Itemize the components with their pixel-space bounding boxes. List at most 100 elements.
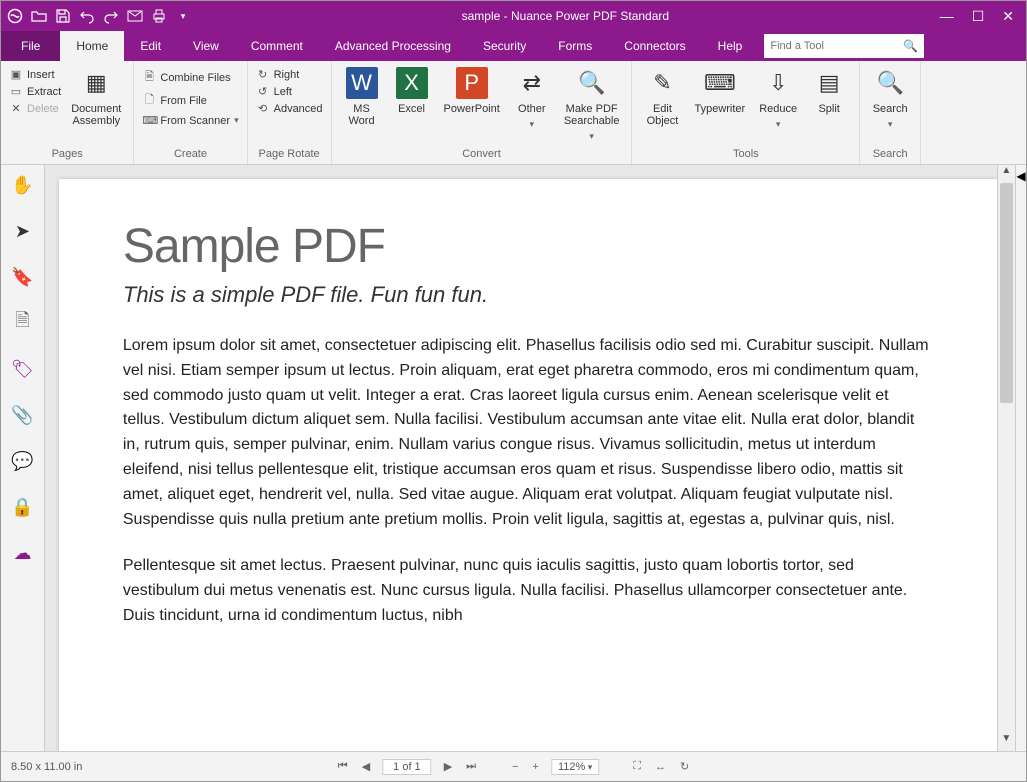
rotate-advanced-button[interactable]: ⟲Advanced — [254, 101, 325, 116]
word-icon: W — [346, 67, 378, 99]
insert-icon: ▣ — [9, 68, 23, 81]
side-toolbar: ✋ ➤ 🔖 🗎 🏷 📎 💬 🔒 ☁ — [1, 165, 45, 751]
split-button[interactable]: ▤Split — [805, 65, 853, 117]
scroll-thumb[interactable] — [1000, 183, 1013, 403]
reduce-button[interactable]: ⇩Reduce — [753, 65, 803, 132]
zoom-in-icon[interactable]: + — [531, 761, 541, 773]
tab-edit[interactable]: Edit — [124, 31, 177, 61]
insert-page-button[interactable]: ▣ Insert — [7, 67, 63, 82]
qat-customize-icon[interactable]: ▾ — [175, 8, 191, 24]
menu-file[interactable]: File — [1, 31, 60, 61]
pages-panel-icon[interactable]: 🗎 — [8, 309, 36, 337]
statusbar: 8.50 x 11.00 in ⏮ ◀ 1 of 1 ▶ ⏭ − + 112% … — [1, 751, 1026, 781]
canvas-scroll[interactable]: Sample PDF This is a simple PDF file. Fu… — [45, 165, 997, 751]
ribbon-group-create: 🗎Combine Files 🗋From File ⌨From Scanner … — [134, 61, 247, 164]
doc-subtitle: This is a simple PDF file. Fun fun fun. — [123, 282, 933, 308]
next-page-icon[interactable]: ▶ — [442, 760, 454, 773]
extract-icon: ▭ — [9, 85, 23, 98]
ribbon-group-pages: ▣ Insert ▭Extract ✕Delete ▦ Document Asse… — [1, 61, 134, 164]
rotate-left-label: Left — [274, 86, 292, 98]
mail-icon[interactable] — [127, 8, 143, 24]
group-tools-label: Tools — [638, 146, 853, 164]
select-tool-icon[interactable]: ➤ — [8, 217, 36, 245]
fit-page-icon[interactable]: ⛶ — [631, 760, 643, 773]
document-assembly-button[interactable]: ▦ Document Assembly — [65, 65, 127, 129]
cloud-panel-icon[interactable]: ☁ — [8, 539, 36, 567]
typewriter-label: Typewriter — [694, 103, 745, 115]
last-page-icon[interactable]: ⏭ — [464, 760, 478, 773]
combine-label: Combine Files — [160, 72, 230, 84]
scroll-down-icon[interactable]: ▼ — [998, 733, 1015, 751]
maximize-button[interactable]: ☐ — [972, 8, 985, 25]
tab-advanced-processing[interactable]: Advanced Processing — [319, 31, 467, 61]
redo-icon[interactable] — [103, 8, 119, 24]
hand-tool-icon[interactable]: ✋ — [8, 171, 36, 199]
edit-object-button[interactable]: ✎Edit Object — [638, 65, 686, 129]
group-convert-label: Convert — [338, 146, 626, 164]
comments-panel-icon[interactable]: 💬 — [8, 447, 36, 475]
reduce-icon: ⇩ — [762, 67, 794, 99]
security-panel-icon[interactable]: 🔒 — [8, 493, 36, 521]
zoom-level-field[interactable]: 112% — [551, 759, 599, 775]
stamps-panel-icon[interactable]: 🏷 — [8, 355, 36, 383]
prev-page-icon[interactable]: ◀ — [360, 760, 372, 773]
zoom-out-icon[interactable]: − — [510, 761, 520, 773]
convert-excel-button[interactable]: XExcel — [388, 65, 436, 117]
make-searchable-button[interactable]: 🔍Make PDF Searchable — [558, 65, 626, 144]
scroll-track[interactable] — [998, 183, 1015, 733]
app-logo-icon[interactable] — [7, 8, 23, 24]
page-size-readout: 8.50 x 11.00 in — [11, 761, 82, 773]
insert-label: Insert — [27, 69, 55, 81]
minimize-button[interactable]: — — [940, 8, 954, 25]
menubar: File Home Edit View Comment Advanced Pro… — [1, 31, 1026, 61]
tab-security[interactable]: Security — [467, 31, 542, 61]
tab-help[interactable]: Help — [702, 31, 759, 61]
rotate-view-icon[interactable]: ↻ — [678, 760, 691, 773]
ribbon-group-search: 🔍Search Search — [860, 61, 921, 164]
group-pages-label: Pages — [7, 146, 127, 164]
delete-page-button: ✕Delete — [7, 101, 63, 116]
typewriter-button[interactable]: ⌨Typewriter — [688, 65, 751, 117]
tab-view[interactable]: View — [177, 31, 235, 61]
rotate-right-button[interactable]: ↻Right — [254, 67, 325, 82]
find-a-tool-input[interactable] — [770, 40, 890, 52]
scroll-up-icon[interactable]: ▲ — [998, 165, 1015, 183]
undo-icon[interactable] — [79, 8, 95, 24]
extract-page-button[interactable]: ▭Extract — [7, 84, 63, 99]
convert-word-button[interactable]: W MS Word — [338, 65, 386, 129]
print-dropdown-icon[interactable] — [151, 8, 167, 24]
rotate-adv-icon: ⟲ — [256, 102, 270, 115]
fit-width-icon[interactable]: ↔ — [653, 761, 668, 773]
save-icon[interactable] — [55, 8, 71, 24]
convert-other-button[interactable]: ⇄Other — [508, 65, 556, 132]
edit-object-icon: ✎ — [646, 67, 678, 99]
from-file-label: From File — [160, 95, 206, 107]
group-rotate-label: Page Rotate — [254, 146, 325, 164]
from-scanner-button[interactable]: ⌨From Scanner — [140, 113, 240, 128]
search-button[interactable]: 🔍Search — [866, 65, 914, 132]
tab-connectors[interactable]: Connectors — [608, 31, 701, 61]
close-button[interactable]: ✕ — [1002, 8, 1014, 25]
combine-files-button[interactable]: 🗎Combine Files — [140, 67, 240, 88]
ribbon: ▣ Insert ▭Extract ✕Delete ▦ Document Asse… — [1, 61, 1026, 165]
app-window: ▾ sample - Nuance Power PDF Standard — ☐… — [0, 0, 1027, 782]
find-a-tool[interactable]: 🔍 — [764, 34, 924, 58]
tab-home[interactable]: Home — [60, 31, 124, 61]
tab-comment[interactable]: Comment — [235, 31, 319, 61]
rotate-left-button[interactable]: ↺Left — [254, 84, 325, 99]
titlebar: ▾ sample - Nuance Power PDF Standard — ☐… — [1, 1, 1026, 31]
from-file-button[interactable]: 🗋From File — [140, 90, 240, 111]
first-page-icon[interactable]: ⏮ — [336, 760, 350, 773]
canvas-area: Sample PDF This is a simple PDF file. Fu… — [45, 165, 1015, 751]
open-icon[interactable] — [31, 8, 47, 24]
search-icon[interactable]: 🔍 — [903, 39, 918, 53]
word-label: MS Word — [349, 103, 375, 127]
convert-ppt-button[interactable]: PPowerPoint — [438, 65, 506, 117]
tab-forms[interactable]: Forms — [542, 31, 608, 61]
group-search-label: Search — [866, 146, 914, 164]
attachments-panel-icon[interactable]: 📎 — [8, 401, 36, 429]
page-number-field[interactable]: 1 of 1 — [382, 759, 432, 775]
vertical-scrollbar[interactable]: ▲ ▼ — [997, 165, 1015, 751]
right-panel-handle[interactable]: ◀ — [1015, 165, 1026, 751]
bookmarks-panel-icon[interactable]: 🔖 — [8, 263, 36, 291]
